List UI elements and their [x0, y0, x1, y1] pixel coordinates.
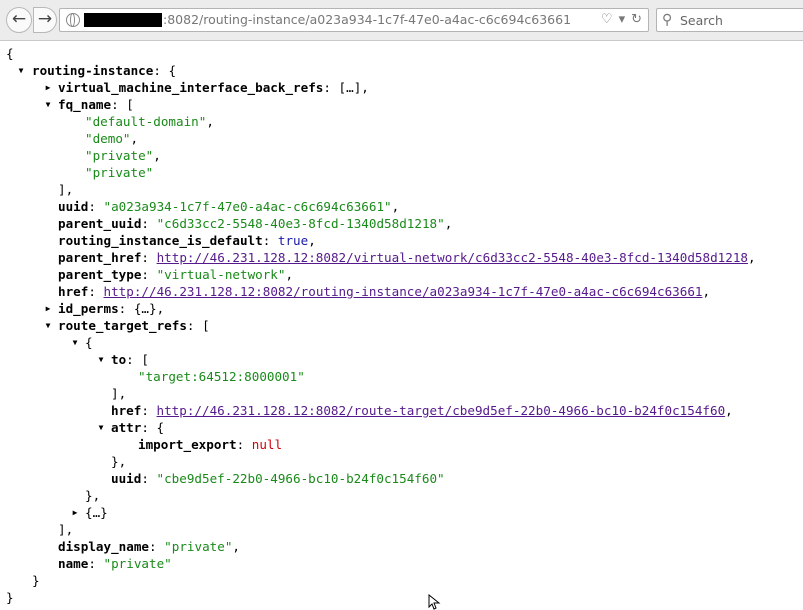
browser-toolbar: ← → :8082/routing-instance/a023a934-1c7f…	[0, 0, 803, 41]
reload-icon[interactable]: ↻	[631, 12, 642, 27]
json-row-href: href: http://46.231.128.12:8082/routing-…	[58, 284, 711, 299]
json-row-to: ▼ to: [	[0, 351, 803, 368]
json-row-id-perms: ▶ id_perms: {…},	[0, 300, 803, 317]
json-string: "private"	[85, 148, 154, 163]
json-row-rt-uuid: uuid: "cbe9d5ef-22b0-4966-bc10-b24f0c154…	[111, 471, 445, 486]
json-key: id_perms	[58, 301, 119, 316]
json-close-root: }	[6, 590, 14, 605]
json-close-brace: }	[32, 573, 40, 588]
collapse-toggle-icon[interactable]: ▼	[69, 334, 81, 351]
collapse-toggle-icon[interactable]: ▼	[15, 62, 27, 79]
json-key: attr	[111, 420, 142, 435]
json-row-name: name: "private"	[58, 556, 172, 571]
json-string: "private"	[103, 556, 172, 571]
back-arrow-icon: ←	[11, 9, 27, 29]
collapse-toggle-icon[interactable]: ▼	[42, 317, 54, 334]
json-row-fq-name: ▼ fq_name: [	[0, 96, 803, 113]
expand-toggle-icon[interactable]: ▶	[42, 79, 54, 96]
json-key: fq_name	[58, 97, 112, 112]
json-string: "c6d33cc2-5548-40e3-8fcd-1340d58d1218"	[156, 216, 445, 231]
expand-toggle-icon[interactable]: ▶	[42, 300, 54, 317]
json-key: name	[58, 556, 89, 571]
json-array-item: "private",	[85, 148, 161, 163]
json-string: "private"	[85, 165, 154, 180]
redacted-host	[84, 13, 162, 27]
dropdown-icon[interactable]: ▾	[619, 12, 626, 27]
route-target-href-link[interactable]: http://46.231.128.12:8082/route-target/c…	[157, 403, 726, 418]
back-button[interactable]: ←	[6, 7, 32, 33]
json-key: uuid	[58, 199, 89, 214]
json-null: null	[251, 437, 283, 452]
search-icon: ⚲	[662, 12, 673, 28]
json-close-bracket: ],	[111, 386, 127, 401]
json-key: routing_instance_is_default	[58, 233, 263, 248]
json-key: display_name	[58, 539, 149, 554]
json-array-item: "default-domain",	[85, 114, 214, 129]
collapse-toggle-icon[interactable]: ▼	[42, 96, 54, 113]
json-array-item: "demo",	[85, 131, 139, 146]
json-close-bracket: ],	[58, 182, 74, 197]
collapsed-array[interactable]: […],	[339, 80, 369, 95]
json-row-ref-object-collapsed: ▶ {…}	[0, 504, 803, 521]
json-array-item: "private"	[0, 164, 803, 181]
json-boolean: true	[277, 233, 309, 248]
forward-button[interactable]: →	[33, 7, 57, 33]
json-row-rt-href: href: http://46.231.128.12:8082/route-ta…	[111, 403, 733, 418]
json-string: "default-domain"	[85, 114, 207, 129]
globe-icon	[66, 13, 80, 27]
json-string: "a023a934-1c7f-47e0-a4ac-c6c694c63661"	[103, 199, 392, 214]
json-string: "private"	[164, 539, 233, 554]
json-key: virtual_machine_interface_back_refs	[58, 80, 324, 95]
json-row-import-export: import_export: null	[138, 437, 283, 452]
collapse-toggle-icon[interactable]: ▼	[95, 351, 107, 368]
json-row-attr: ▼ attr: {	[0, 419, 803, 436]
json-row-display-name: display_name: "private",	[58, 539, 241, 554]
json-key: uuid	[111, 471, 142, 486]
json-close-brace: },	[111, 454, 127, 469]
json-row-routing-instance: ▼ routing-instance: {	[0, 62, 803, 79]
json-open-root: {	[6, 46, 14, 61]
json-array-item: "target:64512:8000001"	[0, 368, 803, 385]
parent-href-link[interactable]: http://46.231.128.12:8082/virtual-networ…	[157, 250, 748, 265]
collapsed-object[interactable]: {…}	[85, 505, 108, 520]
json-key: import_export	[138, 437, 237, 452]
pocket-icon[interactable]: ♡	[601, 12, 613, 27]
json-key: href	[111, 403, 142, 418]
json-key: parent_href	[58, 250, 142, 265]
json-row-is-default: routing_instance_is_default: true,	[58, 233, 316, 248]
json-row-ref-object: ▼{	[0, 334, 803, 351]
json-row-route-target-refs: ▼ route_target_refs: [	[0, 317, 803, 334]
json-row-parent-type: parent_type: "virtual-network",	[58, 267, 294, 282]
expand-toggle-icon[interactable]: ▶	[69, 504, 81, 521]
json-row-parent-uuid: parent_uuid: "c6d33cc2-5548-40e3-8fcd-13…	[58, 216, 453, 231]
json-row-parent-href: parent_href: http://46.231.128.12:8082/v…	[58, 250, 756, 265]
json-string: "target:64512:8000001"	[138, 369, 305, 384]
json-close-brace: },	[85, 488, 101, 503]
forward-arrow-icon: →	[37, 9, 53, 29]
json-row-vmi: ▶ virtual_machine_interface_back_refs: […	[0, 79, 803, 96]
search-input[interactable]	[680, 11, 800, 29]
mouse-cursor-icon	[428, 594, 441, 610]
href-link[interactable]: http://46.231.128.12:8082/routing-instan…	[104, 284, 703, 299]
json-viewer: { ▼ routing-instance: { ▶ virtual_machin…	[0, 45, 803, 606]
json-key: parent_type	[58, 267, 142, 282]
json-string: "cbe9d5ef-22b0-4966-bc10-b24f0c154f60"	[156, 471, 445, 486]
json-close-bracket: ],	[58, 522, 74, 537]
search-bar[interactable]: ⚲	[656, 8, 803, 32]
url-text[interactable]: :8082/routing-instance/a023a934-1c7f-47e…	[163, 12, 571, 27]
json-string: "virtual-network"	[156, 267, 286, 282]
collapse-toggle-icon[interactable]: ▼	[95, 419, 107, 436]
json-string: "demo"	[85, 131, 131, 146]
json-row-uuid: uuid: "a023a934-1c7f-47e0-a4ac-c6c694c63…	[58, 199, 400, 214]
collapsed-object[interactable]: {…},	[134, 301, 164, 316]
json-key: route_target_refs	[58, 318, 187, 333]
json-key: to	[111, 352, 127, 367]
url-bar[interactable]: :8082/routing-instance/a023a934-1c7f-47e…	[59, 8, 649, 32]
json-key: routing-instance	[32, 63, 154, 78]
json-key: parent_uuid	[58, 216, 142, 231]
json-key: href	[58, 284, 89, 299]
